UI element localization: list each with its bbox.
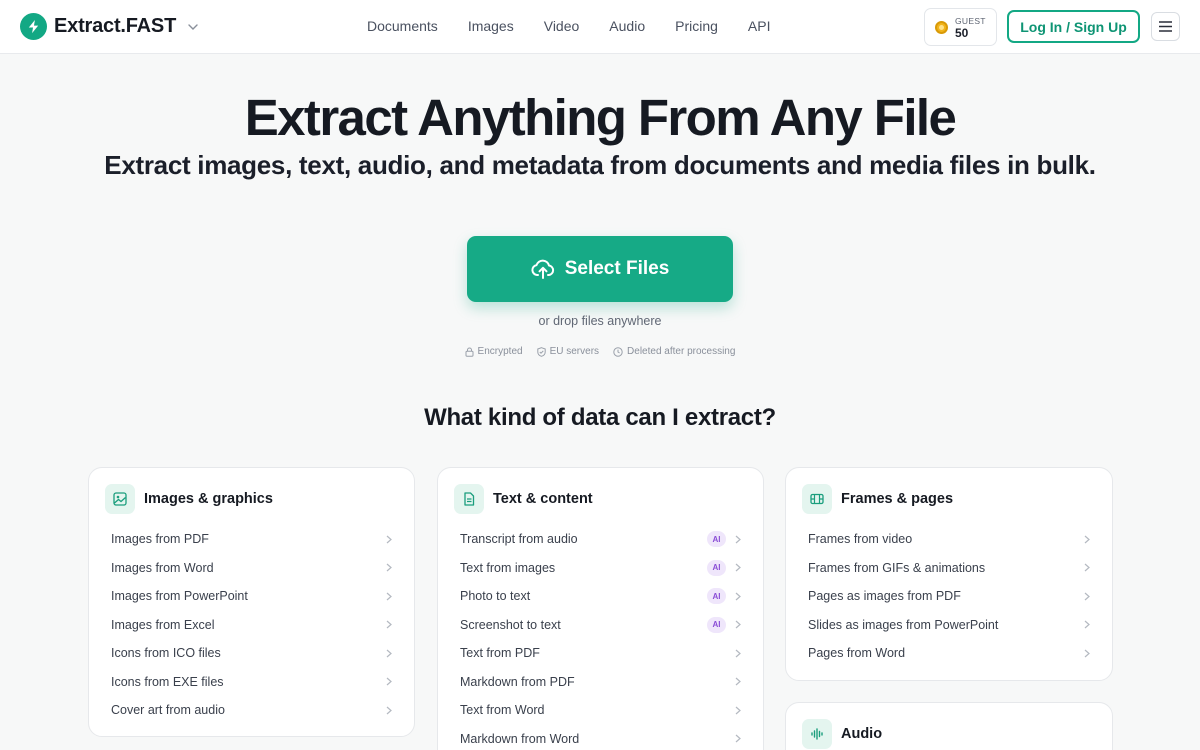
top-header: Extract.FAST Documents Images Video Audi… — [0, 0, 1200, 54]
credits-value: 50 — [955, 26, 969, 40]
chevron-right-icon — [1084, 620, 1090, 629]
page-subtitle: Extract images, text, audio, and metadat… — [104, 150, 1096, 180]
chevron-right-icon — [386, 535, 392, 544]
chevron-right-icon — [386, 563, 392, 572]
brand-name: Extract.FAST — [54, 15, 177, 37]
coin-icon — [935, 20, 948, 34]
category-card-audio: Audio — [785, 702, 1113, 750]
list-item[interactable]: Images from Word — [111, 554, 392, 583]
chevron-right-icon — [1084, 563, 1090, 572]
list-item[interactable]: Icons from ICO files — [111, 639, 392, 668]
trust-eu-servers: EU servers — [536, 346, 599, 357]
nav-pricing[interactable]: Pricing — [675, 17, 718, 35]
list-item[interactable]: Cover art from audio — [111, 696, 392, 725]
list-item[interactable]: Images from Excel — [111, 611, 392, 640]
hamburger-icon — [1159, 21, 1172, 32]
audio-waveform-icon — [802, 719, 832, 749]
login-signup-button[interactable]: Log In / Sign Up — [1007, 10, 1140, 43]
page-title: Extract Anything From Any File — [244, 89, 957, 146]
lock-icon — [465, 347, 474, 357]
image-icon — [105, 484, 135, 514]
credits-indicator[interactable]: GUEST 50 — [924, 8, 997, 46]
chevron-right-icon — [386, 592, 392, 601]
chevron-right-icon — [386, 620, 392, 629]
chevron-right-icon — [1084, 649, 1090, 658]
nav-api[interactable]: API — [748, 17, 771, 35]
nav-documents[interactable]: Documents — [367, 17, 438, 35]
list-item[interactable]: Frames from GIFs & animations — [808, 554, 1090, 583]
list-item[interactable]: Text from Word — [460, 696, 741, 725]
ai-badge: AI — [707, 588, 726, 605]
category-card-text: Text & content Transcript from audio AI T… — [437, 467, 764, 750]
shield-icon — [536, 346, 546, 357]
list-item[interactable]: Frames from video — [808, 525, 1090, 554]
nav-images[interactable]: Images — [468, 17, 514, 35]
section-title: What kind of data can I extract? — [424, 404, 776, 431]
drop-hint: or drop files anywhere — [538, 314, 662, 328]
chevron-right-icon — [735, 620, 741, 629]
chevron-right-icon — [735, 734, 741, 743]
chevron-right-icon — [1084, 535, 1090, 544]
chevron-right-icon — [735, 563, 741, 572]
select-files-label: Select Files — [564, 258, 670, 279]
chevron-right-icon — [735, 706, 741, 715]
chevron-right-icon — [386, 706, 392, 715]
chevron-right-icon — [735, 677, 741, 686]
list-item[interactable]: Markdown from Word — [460, 725, 741, 750]
list-item[interactable]: Icons from EXE files — [111, 668, 392, 697]
list-item[interactable]: Images from PowerPoint — [111, 582, 392, 611]
list-item[interactable]: Photo to text AI — [460, 582, 741, 611]
select-files-button[interactable]: Select Files — [467, 236, 733, 302]
bolt-logo-icon — [20, 13, 47, 40]
list-item[interactable]: Text from PDF — [460, 639, 741, 668]
list-item[interactable]: Pages from Word — [808, 639, 1090, 668]
ai-badge: AI — [707, 616, 726, 633]
main-nav: Documents Images Video Audio Pricing API — [367, 17, 800, 35]
chevron-right-icon — [386, 649, 392, 658]
hamburger-menu-button[interactable] — [1151, 12, 1180, 41]
chevron-right-icon — [735, 649, 741, 658]
list-item[interactable]: Pages as images from PDF — [808, 582, 1090, 611]
list-item[interactable]: Slides as images from PowerPoint — [808, 611, 1090, 640]
category-card-frames: Frames & pages Frames from video Frames … — [785, 467, 1113, 681]
list-item[interactable]: Markdown from PDF — [460, 668, 741, 697]
clock-icon — [613, 346, 623, 357]
list-item[interactable]: Text from images AI — [460, 554, 741, 583]
document-icon — [454, 484, 484, 514]
card-title: Images & graphics — [144, 491, 273, 507]
brand-logo[interactable]: Extract.FAST — [20, 13, 200, 40]
nav-audio[interactable]: Audio — [609, 17, 645, 35]
trust-indicators: Encrypted EU servers Deleted after proce… — [0, 346, 1200, 357]
ai-badge: AI — [707, 531, 726, 548]
chevron-right-icon — [735, 592, 741, 601]
nav-video[interactable]: Video — [544, 17, 580, 35]
card-title: Frames & pages — [841, 491, 954, 507]
card-title: Audio — [841, 726, 883, 742]
card-title: Text & content — [493, 491, 593, 507]
trust-deleted: Deleted after processing — [613, 346, 735, 357]
list-item[interactable]: Transcript from audio AI — [460, 525, 741, 554]
chevron-right-icon — [735, 535, 741, 544]
cloud-upload-icon — [531, 259, 554, 279]
list-item[interactable]: Images from PDF — [111, 525, 392, 554]
film-frames-icon — [802, 484, 832, 514]
chevron-right-icon — [1084, 592, 1090, 601]
trust-encrypted: Encrypted — [465, 346, 523, 357]
ai-badge: AI — [707, 559, 726, 576]
list-item[interactable]: Screenshot to text AI — [460, 611, 741, 640]
category-card-images: Images & graphics Images from PDF Images… — [88, 467, 415, 737]
chevron-right-icon — [386, 677, 392, 686]
chevron-down-icon[interactable] — [186, 20, 200, 34]
